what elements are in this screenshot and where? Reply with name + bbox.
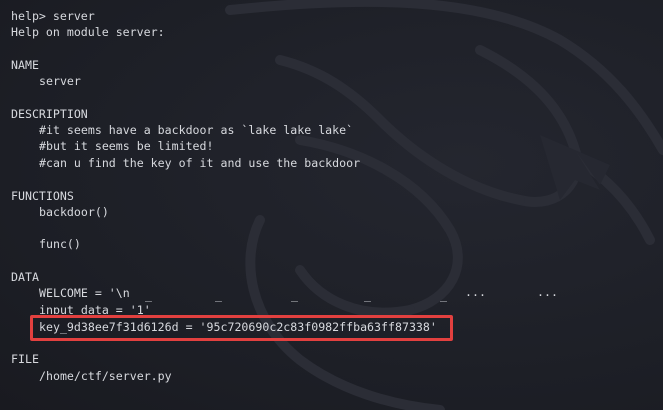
module-name: server <box>39 74 81 88</box>
function-func: func() <box>39 237 81 251</box>
welcome-art-7: ... <box>537 285 558 299</box>
data-input: input_data = '1' <box>39 303 151 314</box>
terminal-line-help-header: Help on module server: <box>11 25 165 39</box>
welcome-art-2: _ <box>215 288 222 302</box>
description-line-2: #but it seems be limited! <box>39 139 214 153</box>
welcome-art-4: _ <box>364 288 371 302</box>
terminal-line-prompt: help> server <box>11 9 95 23</box>
section-heading-functions: FUNCTIONS <box>11 189 74 203</box>
section-heading-data: DATA <box>11 270 39 284</box>
description-line-1: #it seems have a backdoor as `lake lake … <box>39 123 354 137</box>
welcome-art-5: _ <box>440 288 447 302</box>
terminal-window[interactable]: help> server Help on module server: NAME… <box>0 0 663 410</box>
description-line-3: #can u find the key of it and use the ba… <box>39 156 361 170</box>
data-welcome: WELCOME = '\n <box>39 286 130 300</box>
function-backdoor: backdoor() <box>39 205 109 219</box>
welcome-art-1: _ <box>145 288 152 302</box>
file-path: /home/ctf/server.py <box>39 369 172 383</box>
section-heading-name: NAME <box>11 58 39 72</box>
section-heading-description: DESCRIPTION <box>11 107 88 121</box>
welcome-art-3: _ <box>291 288 298 302</box>
section-heading-file: FILE <box>11 352 39 366</box>
welcome-art-6: ... <box>465 285 486 299</box>
data-key: key_9d38ee7f31d6126d = '95c720690c2c83f0… <box>39 320 437 334</box>
